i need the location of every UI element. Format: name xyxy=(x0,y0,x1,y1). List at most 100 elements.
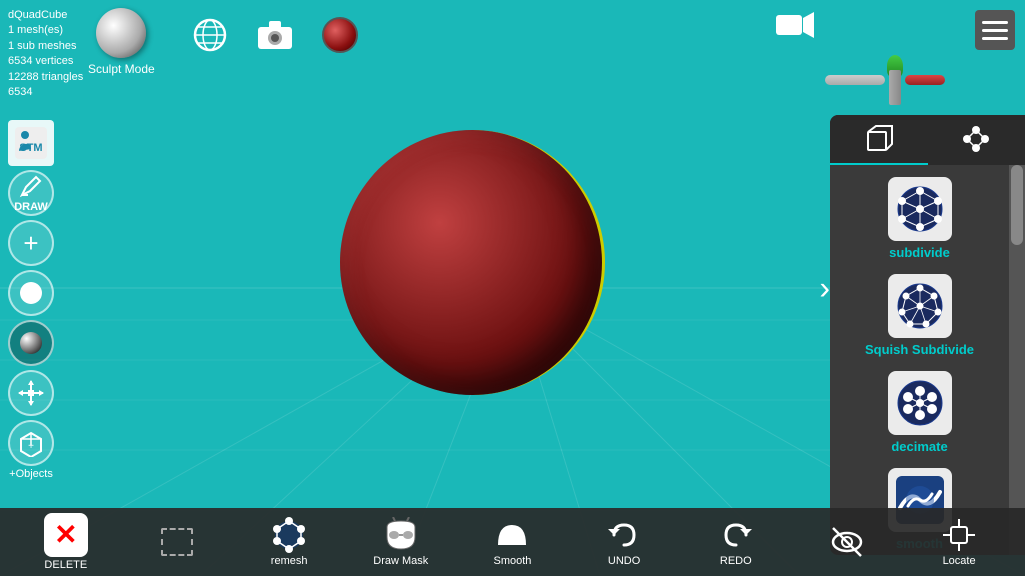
add-objects-label: +Objects xyxy=(9,468,53,480)
texture-button[interactable] xyxy=(8,320,54,366)
delete-tool[interactable]: ✕ DELETE xyxy=(31,513,101,571)
decimate-icon-box xyxy=(888,371,952,435)
subdivide-svg-icon xyxy=(894,183,946,235)
draw-label: DRAW xyxy=(14,201,48,213)
hide-icon xyxy=(829,524,865,560)
panel-content: subdivide xyxy=(830,165,1025,555)
globe-icon xyxy=(192,17,228,53)
smooth-bottom-icon xyxy=(494,517,530,553)
draw-mask-svg-icon xyxy=(383,517,419,553)
panel-scrollbar-thumb[interactable] xyxy=(1011,165,1023,245)
draw-mask-label: Draw Mask xyxy=(373,555,428,567)
3d-tool-indicator xyxy=(825,55,945,105)
remesh-tool[interactable]: remesh xyxy=(254,517,324,567)
locate-icon xyxy=(941,517,977,553)
squish-subdivide-icon-box xyxy=(888,274,952,338)
menu-line-1 xyxy=(982,21,1008,24)
subdivide-icon-box xyxy=(888,177,952,241)
redo-svg-icon xyxy=(718,517,754,553)
cube-view-icon xyxy=(864,124,894,154)
add-icon: + xyxy=(23,228,38,259)
undo-label: UNDO xyxy=(608,555,640,567)
smooth-bottom-label: Smooth xyxy=(493,555,531,567)
screenshot-button[interactable] xyxy=(255,15,295,55)
panel-tabs xyxy=(830,115,1025,165)
pin-body xyxy=(889,70,901,105)
select-tool[interactable] xyxy=(142,524,212,560)
viewport: dQuadCube 1 mesh(es) 1 sub meshes 6534 v… xyxy=(0,0,1025,576)
sculpt-mode-label: Sculpt Mode xyxy=(88,62,155,76)
undo-svg-icon xyxy=(606,517,642,553)
tool-rod-red xyxy=(905,75,945,85)
delete-x-icon: ✕ xyxy=(54,521,77,549)
nodes-view-icon xyxy=(961,124,991,154)
select-icon xyxy=(159,524,195,560)
panel-items-list: subdivide xyxy=(830,165,1009,555)
draw-icon xyxy=(18,173,44,199)
material-sphere-icon xyxy=(322,17,358,53)
redo-icon xyxy=(718,517,754,553)
menu-button[interactable] xyxy=(975,10,1015,50)
panel-toggle-button[interactable]: › xyxy=(819,270,830,307)
stm-icon: STM xyxy=(11,123,51,163)
draw-mask-tool[interactable]: Draw Mask xyxy=(366,517,436,567)
3d-sphere xyxy=(340,130,605,395)
subdivide-label: subdivide xyxy=(889,245,950,260)
remesh-icon xyxy=(271,517,307,553)
dot-icon xyxy=(20,282,42,304)
redo-label: REDO xyxy=(720,555,752,567)
menu-line-2 xyxy=(982,29,1008,32)
stm-button[interactable]: STM xyxy=(8,120,54,166)
move-icon xyxy=(17,379,45,407)
material-button[interactable] xyxy=(320,15,360,55)
add-objects-button[interactable]: + +Objects xyxy=(8,420,54,480)
menu-line-3 xyxy=(982,37,1008,40)
video-camera-button[interactable] xyxy=(775,10,815,45)
move-button[interactable] xyxy=(8,370,54,416)
hide-tool[interactable] xyxy=(812,524,882,560)
undo-tool[interactable]: UNDO xyxy=(589,517,659,567)
tool-item-squish-subdivide[interactable]: Squish Subdivide xyxy=(834,266,1005,361)
mesh-info: dQuadCube 1 mesh(es) 1 sub meshes 6534 v… xyxy=(8,8,83,100)
locate-svg-icon xyxy=(941,517,977,553)
panel-scrollbar[interactable] xyxy=(1009,165,1025,555)
add-objects-svg: + xyxy=(17,429,45,457)
tool-item-subdivide[interactable]: subdivide xyxy=(834,169,1005,264)
texture-icon xyxy=(20,332,42,354)
smooth-tool[interactable]: Smooth xyxy=(477,517,547,567)
locate-tool[interactable]: Locate xyxy=(924,517,994,567)
remesh-svg-icon xyxy=(271,517,307,553)
bottom-toolbar: ✕ DELETE xyxy=(0,508,1025,576)
add-objects-icon: + xyxy=(8,420,54,466)
add-button[interactable]: + xyxy=(8,220,54,266)
hide-svg-icon xyxy=(829,524,865,560)
svg-text:+: + xyxy=(28,441,34,452)
tool-item-decimate[interactable]: decimate xyxy=(834,363,1005,458)
smooth-bottom-svg-icon xyxy=(494,517,530,553)
tab-cube-view[interactable] xyxy=(830,115,928,165)
tool-pin xyxy=(885,55,905,105)
sculpt-mode-button[interactable]: Sculpt Mode xyxy=(88,8,155,76)
decimate-label: decimate xyxy=(891,439,947,454)
undo-icon xyxy=(606,517,642,553)
right-panel: subdivide xyxy=(830,115,1025,555)
video-camera-icon xyxy=(775,10,815,40)
decimate-svg-icon xyxy=(894,377,946,429)
dot-tool-button[interactable] xyxy=(8,270,54,316)
globe-button[interactable] xyxy=(190,15,230,55)
squish-subdivide-label: Squish Subdivide xyxy=(865,342,974,357)
sculpt-sphere-icon xyxy=(96,8,146,58)
tool-rod-horizontal xyxy=(825,75,885,85)
squish-subdivide-svg-icon xyxy=(894,280,946,332)
left-toolbar: STM DRAW + xyxy=(8,120,54,480)
draw-mask-icon xyxy=(383,517,419,553)
redo-tool[interactable]: REDO xyxy=(701,517,771,567)
select-box-icon xyxy=(161,528,193,556)
delete-button[interactable]: ✕ xyxy=(44,513,88,557)
tab-nodes-view[interactable] xyxy=(928,115,1025,165)
delete-label: DELETE xyxy=(44,559,87,571)
remesh-label: remesh xyxy=(271,555,308,567)
draw-button[interactable]: DRAW xyxy=(8,170,54,216)
camera-icon xyxy=(256,19,294,51)
locate-label: Locate xyxy=(943,555,976,567)
